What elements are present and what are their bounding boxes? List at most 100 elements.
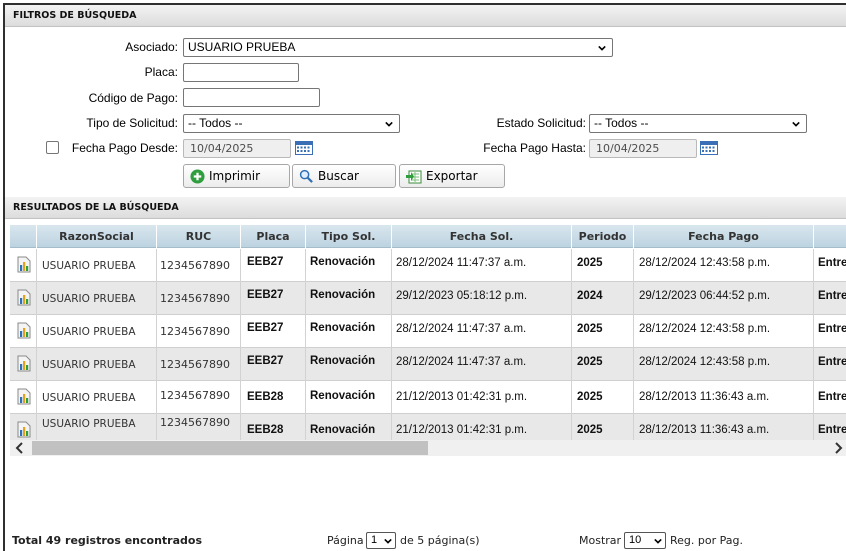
fecha-desde-label: Fecha Pago Desde: — [71, 141, 178, 155]
row-action-cell[interactable] — [10, 282, 37, 315]
cell-fecha-sol: 28/12/2024 11:47:37 a.m. — [396, 257, 527, 269]
cell-fecha-pago: 28/12/2024 12:43:58 p.m. — [639, 323, 771, 335]
col-header-fecha-sol[interactable]: Fecha Sol. — [392, 225, 572, 248]
tipo-solicitud-value: -- Todos -- — [188, 116, 243, 130]
results-grid: RazonSocial RUC Placa Tipo Sol. Fecha So… — [10, 225, 846, 440]
col-header-razonsocial[interactable]: RazonSocial — [37, 225, 157, 248]
fecha-hasta-input[interactable]: 10/04/2025 — [589, 139, 697, 158]
table-row[interactable]: USUARIO PRUEBA 1234567890 EEB27 Renovaci… — [10, 315, 846, 348]
row-action-cell[interactable] — [10, 414, 37, 440]
table-row[interactable]: USUARIO PRUEBA 1234567890 EEB27 Renovaci… — [10, 249, 846, 282]
cell-ruc: 1234567890 — [160, 416, 230, 429]
table-row[interactable]: USUARIO PRUEBA 1234567890 EEB27 Renovaci… — [10, 348, 846, 381]
col-header-placa[interactable]: Placa — [241, 225, 306, 248]
cell-fecha-sol: 28/12/2024 11:47:37 a.m. — [396, 356, 527, 368]
horizontal-scrollbar[interactable] — [10, 440, 846, 456]
estado-solicitud-select[interactable]: -- Todos -- — [589, 114, 807, 133]
cell-tipo-sol: Renovación — [310, 256, 376, 268]
cell-estado: Entre — [818, 257, 846, 269]
table-row[interactable]: USUARIO PRUEBA 1234567890 EEB28 Renovaci… — [10, 414, 846, 440]
page-size-select[interactable]: 10 — [624, 532, 666, 549]
search-icon — [299, 169, 313, 183]
cell-razonsocial: USUARIO PRUEBA — [42, 392, 136, 404]
cell-razonsocial: USUARIO PRUEBA — [42, 293, 136, 305]
tipo-solicitud-label: Tipo de Solicitud: — [86, 116, 178, 130]
report-icon[interactable] — [17, 256, 31, 273]
cell-fecha-sol: 21/12/2013 01:42:31 p.m. — [396, 424, 528, 436]
chevron-down-icon — [654, 538, 662, 544]
calendar-icon[interactable] — [700, 141, 718, 155]
cell-razonsocial: USUARIO PRUEBA — [42, 359, 136, 371]
scroll-right-icon[interactable] — [832, 442, 844, 454]
report-icon[interactable] — [17, 355, 31, 372]
chevron-down-icon — [792, 121, 800, 127]
codigo-pago-input[interactable] — [183, 88, 320, 107]
add-circle-icon — [190, 168, 205, 184]
col-header-fecha-pago[interactable]: Fecha Pago — [634, 225, 814, 248]
report-icon[interactable] — [17, 421, 31, 438]
estado-solicitud-value: -- Todos -- — [594, 116, 649, 130]
buscar-label: Buscar — [318, 169, 359, 183]
page-select-value: 1 — [371, 534, 378, 546]
show-label: Mostrar — [579, 534, 622, 547]
cell-estado: Entre — [818, 391, 846, 403]
buscar-button[interactable]: Buscar — [292, 164, 396, 188]
exportar-button[interactable]: Exportar — [399, 164, 505, 188]
cell-fecha-pago: 28/12/2024 12:43:58 p.m. — [639, 257, 771, 269]
placa-input[interactable] — [183, 63, 299, 82]
asociado-value: USUARIO PRUEBA — [188, 40, 296, 54]
cell-placa: EEB27 — [247, 322, 284, 334]
chevron-down-icon — [598, 45, 606, 51]
row-action-cell[interactable] — [10, 348, 37, 381]
cell-periodo: 2025 — [577, 391, 603, 403]
cell-fecha-sol: 21/12/2013 01:42:31 p.m. — [396, 391, 528, 403]
cell-ruc: 1234567890 — [160, 389, 230, 402]
fecha-desde-input[interactable]: 10/04/2025 — [183, 139, 291, 158]
row-action-cell[interactable] — [10, 315, 37, 348]
fecha-desde-checkbox[interactable] — [46, 141, 59, 154]
total-records: Total 49 registros encontrados — [12, 534, 202, 547]
cell-tipo-sol: Renovación — [310, 424, 376, 436]
placa-label: Placa: — [144, 65, 178, 79]
report-icon[interactable] — [17, 322, 31, 339]
show-suffix: Reg. por Pag. — [670, 534, 743, 547]
cell-estado: Entre — [818, 323, 846, 335]
page-select[interactable]: 1 — [366, 532, 396, 549]
imprimir-button[interactable]: Imprimir — [183, 164, 290, 188]
scroll-left-icon[interactable] — [14, 442, 26, 454]
grid-header-row: RazonSocial RUC Placa Tipo Sol. Fecha So… — [10, 225, 846, 248]
col-header-ruc[interactable]: RUC — [157, 225, 241, 248]
filters-header: FILTROS DE BÚSQUEDA — [5, 5, 846, 27]
estado-solicitud-label: Estado Solicitud: — [496, 116, 586, 130]
table-row[interactable]: USUARIO PRUEBA 1234567890 EEB27 Renovaci… — [10, 282, 846, 315]
cell-razonsocial: USUARIO PRUEBA — [42, 326, 136, 338]
tipo-solicitud-select[interactable]: -- Todos -- — [183, 114, 400, 133]
cell-periodo: 2025 — [577, 257, 603, 269]
cell-tipo-sol: Renovación — [310, 322, 376, 334]
cell-placa: EEB28 — [247, 424, 284, 436]
cell-razonsocial: USUARIO PRUEBA — [42, 260, 136, 272]
report-icon[interactable] — [17, 289, 31, 306]
cell-tipo-sol: Renovación — [310, 355, 376, 367]
cell-tipo-sol: Renovación — [310, 289, 376, 301]
col-header-periodo[interactable]: Periodo — [572, 225, 634, 248]
table-row[interactable]: USUARIO PRUEBA 1234567890 EEB28 Renovaci… — [10, 381, 846, 414]
cell-periodo: 2024 — [577, 290, 603, 302]
scrollbar-thumb[interactable] — [32, 441, 428, 455]
excel-export-icon — [406, 170, 422, 183]
cell-estado: Entre — [818, 290, 846, 302]
asociado-select[interactable]: USUARIO PRUEBA — [183, 38, 613, 57]
chevron-down-icon — [385, 121, 393, 127]
col-header-tipo-sol[interactable]: Tipo Sol. — [306, 225, 392, 248]
calendar-icon[interactable] — [295, 141, 313, 155]
report-icon[interactable] — [17, 388, 31, 405]
row-action-cell[interactable] — [10, 249, 37, 282]
cell-razonsocial: USUARIO PRUEBA — [42, 418, 136, 430]
row-action-cell[interactable] — [10, 381, 37, 414]
cell-fecha-pago: 29/12/2023 06:44:52 p.m. — [639, 290, 771, 302]
col-header-estado[interactable]: Es — [814, 225, 846, 248]
page-size-value: 10 — [629, 534, 642, 546]
cell-fecha-pago: 28/12/2024 12:43:58 p.m. — [639, 356, 771, 368]
cell-ruc: 1234567890 — [160, 358, 230, 371]
cell-fecha-sol: 29/12/2023 05:18:12 p.m. — [396, 290, 528, 302]
